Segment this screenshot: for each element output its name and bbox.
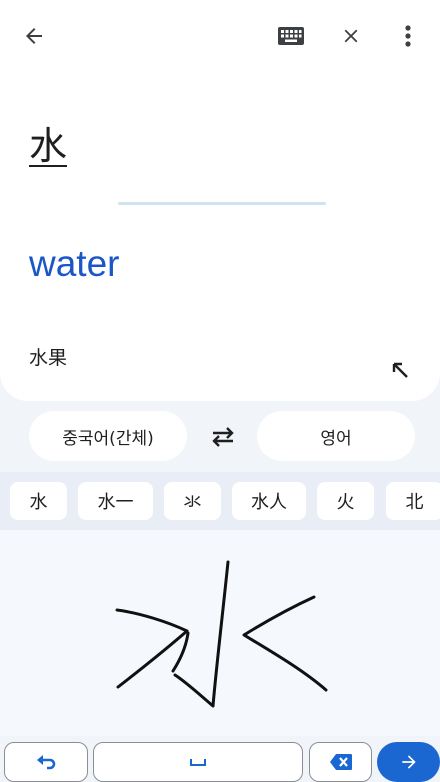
arrow-up-left-icon[interactable] [388,358,412,382]
target-language-button[interactable]: 영어 [257,411,415,461]
arrow-forward-icon[interactable] [377,742,440,782]
translation-text[interactable]: water [29,240,119,288]
handwriting-candidates: 水 水一 氺 水人 火 北 [0,472,440,530]
candidate-chip[interactable]: 火 [317,482,374,520]
candidate-chip[interactable]: 水人 [232,482,306,520]
close-icon[interactable] [337,22,365,50]
candidate-chip[interactable]: 水 [10,482,67,520]
translation-card: 水 water 水果 [0,0,440,401]
swap-languages-icon[interactable] [203,424,243,450]
arrow-back-icon[interactable] [20,22,48,50]
top-app-bar [0,0,440,70]
more-vert-icon[interactable] [394,22,422,50]
keyboard-action-bar [0,740,440,782]
space-bar-icon[interactable] [93,742,303,782]
divider [118,202,326,205]
keyboard-icon[interactable] [277,22,305,50]
suggestion-text[interactable]: 水果 [29,345,67,371]
source-language-button[interactable]: 중국어(간체) [29,411,187,461]
source-text[interactable]: 水 [29,122,67,170]
backspace-icon[interactable] [309,742,372,782]
handwriting-strokes [115,560,328,708]
candidate-chip[interactable]: 氺 [164,482,221,520]
language-selector: 중국어(간체) 영어 [0,411,440,463]
candidate-chip[interactable]: 北 [386,482,440,520]
undo-icon[interactable] [4,742,88,782]
candidate-chip[interactable]: 水一 [78,482,153,520]
